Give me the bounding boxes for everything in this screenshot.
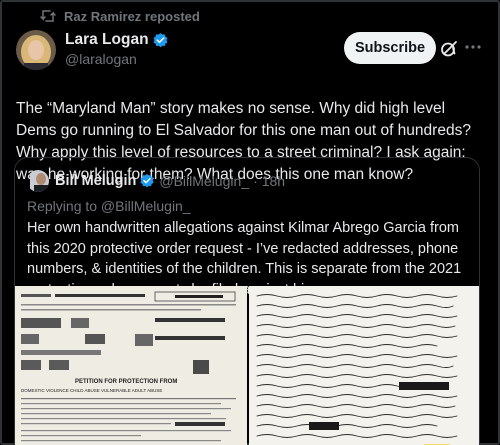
more-icon[interactable] (464, 38, 482, 56)
quote-author-handle[interactable]: @BillMelugin_ (159, 173, 249, 189)
repost-indicator: Raz Ramirez reposted (16, 2, 484, 30)
author-name[interactable]: Lara Logan (65, 31, 149, 49)
grok-icon[interactable] (440, 40, 458, 58)
author-block: Lara Logan @laralogan (65, 31, 169, 67)
subscribe-button[interactable]: Subscribe (344, 32, 436, 64)
avatar[interactable] (16, 30, 56, 70)
post-header: Lara Logan @laralogan Subscribe (16, 30, 484, 78)
quote-header: Bill Melugin @BillMelugin_ · 18h (15, 158, 479, 194)
document-image[interactable]: PETITION FOR PROTECTION FROM DOMESTIC VI… (15, 286, 247, 445)
repost-icon (40, 10, 56, 22)
document-title: PETITION FOR PROTECTION FROM (75, 379, 177, 385)
quote-replying-to: Replying to @BillMelugin_ (27, 198, 191, 214)
quote-author-name[interactable]: Bill Melugin (55, 173, 136, 189)
verified-badge-icon (153, 32, 167, 47)
quote-media: PETITION FOR PROTECTION FROM DOMESTIC VI… (15, 286, 479, 445)
author-handle[interactable]: @laralogan (65, 51, 169, 67)
verified-badge-icon (140, 174, 154, 188)
quote-timestamp[interactable]: 18h (262, 173, 285, 189)
quote-separator: · (253, 173, 258, 189)
handwritten-page-image[interactable] (249, 286, 479, 445)
repost-label: Raz Ramirez reposted (64, 8, 200, 24)
quoted-post[interactable]: Bill Melugin @BillMelugin_ · 18h Replyin… (14, 157, 480, 445)
document-subtitle: DOMESTIC VIOLENCE CHILD ABUSE VULNERABLE… (21, 388, 162, 393)
quote-avatar[interactable] (27, 170, 49, 192)
